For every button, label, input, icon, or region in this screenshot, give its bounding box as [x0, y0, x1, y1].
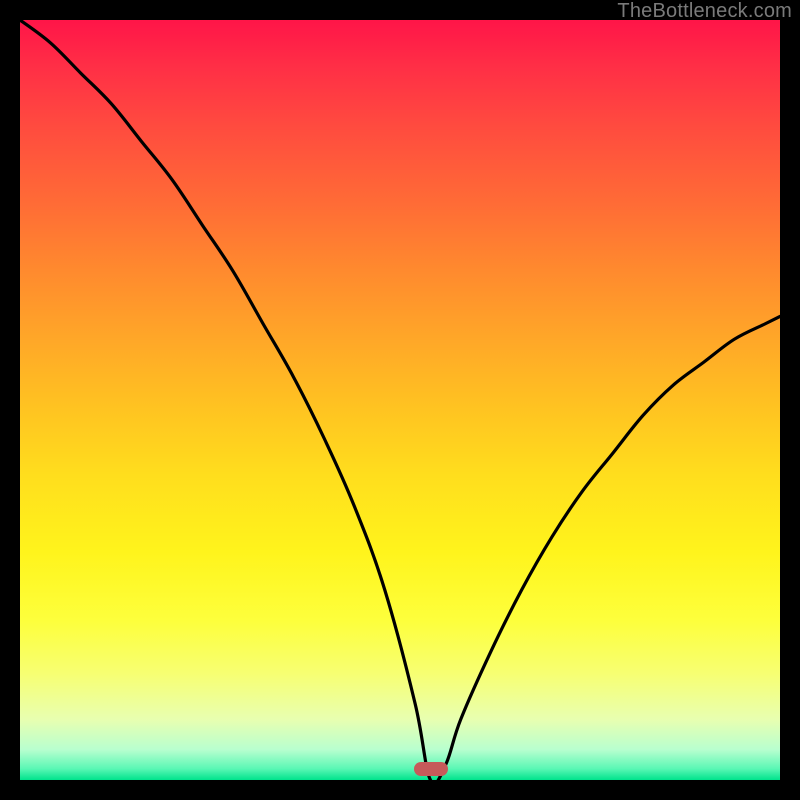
optimal-marker [414, 762, 448, 776]
curve-path [20, 20, 780, 780]
plot-area [20, 20, 780, 780]
bottleneck-curve [20, 20, 780, 780]
chart-frame: TheBottleneck.com [0, 0, 800, 800]
